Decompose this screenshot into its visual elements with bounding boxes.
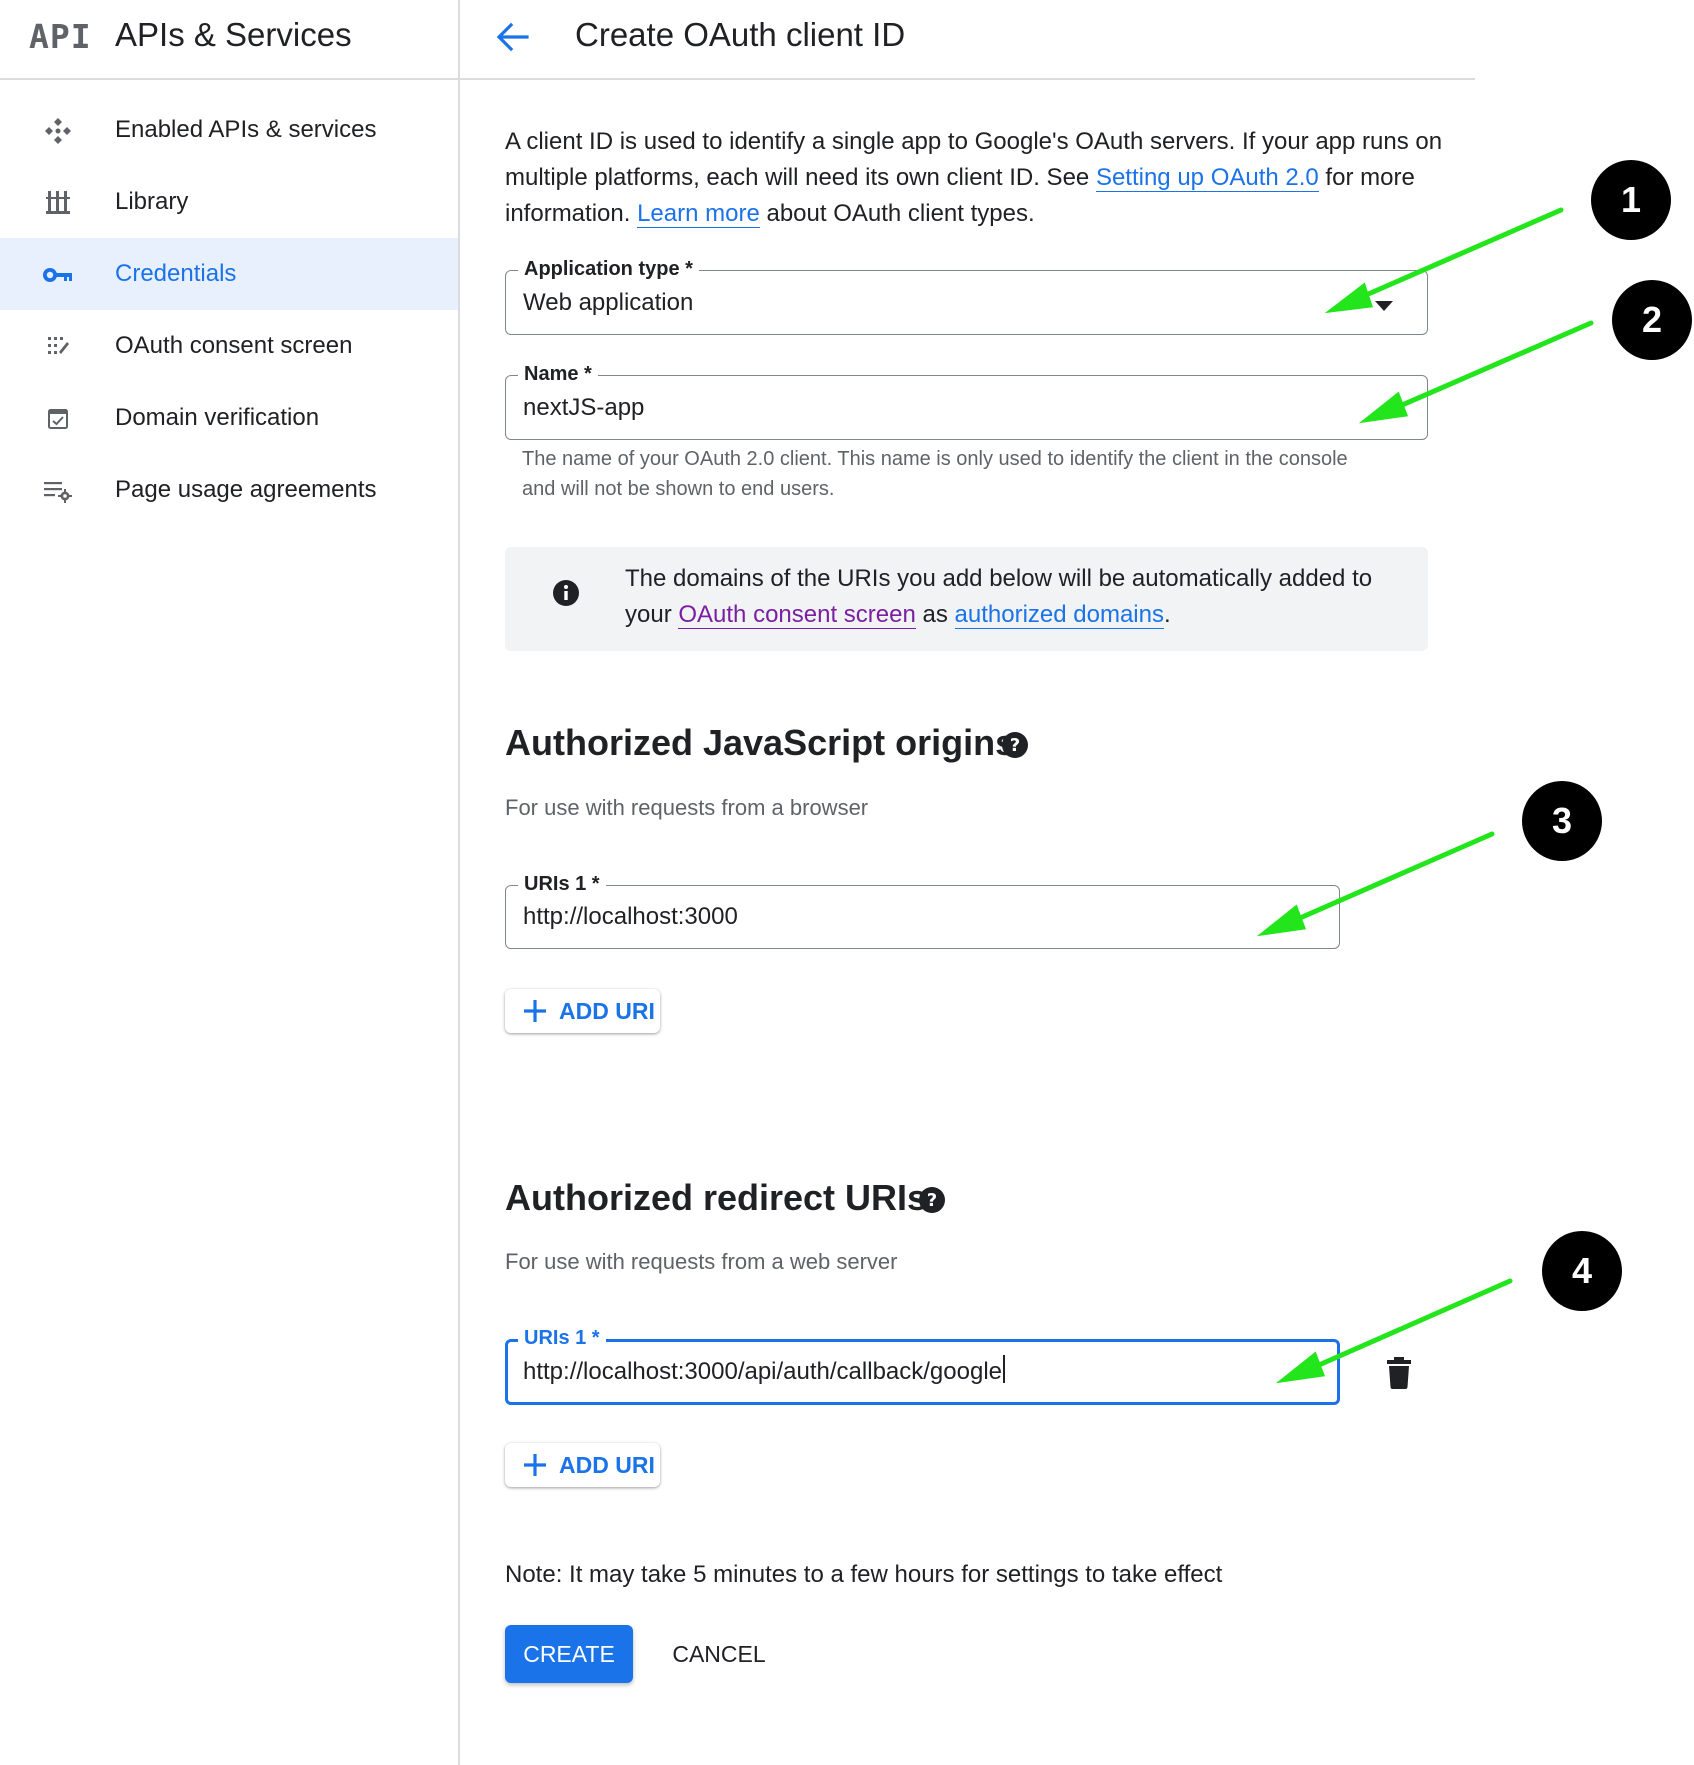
add-uri-label: ADD URI xyxy=(559,997,655,1024)
page-title: Create OAuth client ID xyxy=(575,16,906,53)
arrow-back-icon xyxy=(496,22,530,57)
key-icon xyxy=(40,261,76,289)
sidebar-item-domain-verification[interactable]: Domain verification xyxy=(0,382,458,454)
product-title: APIs & Services xyxy=(115,16,352,53)
sidebar-header: API APIs & Services xyxy=(0,0,458,80)
cancel-button[interactable]: CANCEL xyxy=(664,1625,774,1683)
help-icon[interactable]: ? xyxy=(1001,731,1029,764)
name-field[interactable]: Name * nextJS-app xyxy=(505,363,1428,440)
info-text-part: as xyxy=(915,601,955,628)
redirect-uri-field[interactable]: URIs 1 * http://localhost:3000/api/auth/… xyxy=(505,1327,1340,1405)
sidebar-item-page-usage[interactable]: Page usage agreements xyxy=(0,454,458,526)
name-helper-text: The name of your OAuth 2.0 client. This … xyxy=(522,448,1348,500)
setting-up-oauth-link[interactable]: Setting up OAuth 2.0 xyxy=(1095,164,1319,192)
redirect-uris-subtitle: For use with requests from a web server xyxy=(505,1249,898,1274)
uri-field-value: http://localhost:3000/api/auth/callback/… xyxy=(523,1358,1003,1385)
redirect-uris-title: Authorized redirect URIs xyxy=(505,1177,928,1218)
js-origin-uri-field[interactable]: URIs 1 * http://localhost:3000 xyxy=(505,873,1340,949)
sidebar-item-label: OAuth consent screen xyxy=(115,332,353,359)
sidebar-item-label: Page usage agreements xyxy=(115,476,377,503)
learn-more-link[interactable]: Learn more xyxy=(637,200,760,228)
svg-text:?: ? xyxy=(1010,735,1020,756)
info-box: The domains of the URIs you add below wi… xyxy=(505,547,1428,651)
text-cursor xyxy=(1003,1355,1006,1383)
dropdown-arrow-icon xyxy=(1375,298,1393,316)
delete-uri-button[interactable] xyxy=(1385,1356,1413,1390)
trash-icon xyxy=(1385,1357,1413,1394)
svg-text:?: ? xyxy=(927,1190,937,1211)
application-type-select[interactable]: Application type * Web application xyxy=(505,258,1428,335)
sidebar-item-label: Credentials xyxy=(115,260,237,287)
annotation-badge-4: 4 xyxy=(1542,1231,1622,1311)
settings-note: Note: It may take 5 minutes to a few hou… xyxy=(505,1561,1223,1588)
add-redirect-uri-button[interactable]: ADD URI xyxy=(505,1443,660,1487)
intro-text: A client ID is used to identify a single… xyxy=(505,124,1445,232)
plus-icon xyxy=(521,1451,549,1479)
top-bar: Create OAuth client ID xyxy=(460,0,1475,80)
page-usage-icon xyxy=(40,477,76,505)
info-icon xyxy=(553,580,579,611)
domain-verification-icon xyxy=(40,405,76,433)
create-button[interactable]: CREATE xyxy=(505,1625,633,1683)
add-js-origin-uri-button[interactable]: ADD URI xyxy=(505,989,660,1033)
sidebar-item-enabled-apis[interactable]: Enabled APIs & services xyxy=(0,94,458,166)
oauth-consent-screen-link[interactable]: OAuth consent screen xyxy=(678,601,916,629)
sidebar-item-credentials[interactable]: Credentials xyxy=(0,238,458,310)
intro-text-part: about OAuth client types. xyxy=(759,200,1035,227)
info-text-part: . xyxy=(1163,601,1171,628)
annotation-badge-2: 2 xyxy=(1612,280,1692,360)
sidebar-item-label: Library xyxy=(115,188,189,215)
info-text: The domains of the URIs you add below wi… xyxy=(625,561,1395,633)
sidebar: API APIs & Services Enabled APIs & servi… xyxy=(0,0,460,1765)
uri-field-value: http://localhost:3000 xyxy=(523,903,738,930)
consent-screen-icon xyxy=(40,333,76,361)
enabled-apis-icon xyxy=(40,117,76,145)
application-type-value: Web application xyxy=(523,289,694,316)
authorized-domains-link[interactable]: authorized domains xyxy=(954,601,1164,629)
name-field-value: nextJS-app xyxy=(523,394,645,421)
help-icon[interactable]: ? xyxy=(918,1186,946,1219)
sidebar-item-label: Enabled APIs & services xyxy=(115,116,377,143)
api-logo: API xyxy=(29,17,92,56)
annotation-badge-1: 1 xyxy=(1591,160,1671,240)
sidebar-item-label: Domain verification xyxy=(115,404,320,431)
js-origins-subtitle: For use with requests from a browser xyxy=(505,795,869,820)
plus-icon xyxy=(521,997,549,1025)
library-icon xyxy=(40,189,76,217)
add-uri-label: ADD URI xyxy=(559,1451,655,1478)
back-button[interactable] xyxy=(490,16,536,62)
sidebar-item-oauth-consent[interactable]: OAuth consent screen xyxy=(0,310,458,382)
annotation-badge-3: 3 xyxy=(1522,781,1602,861)
js-origins-title: Authorized JavaScript origins xyxy=(505,722,1016,763)
sidebar-item-library[interactable]: Library xyxy=(0,166,458,238)
